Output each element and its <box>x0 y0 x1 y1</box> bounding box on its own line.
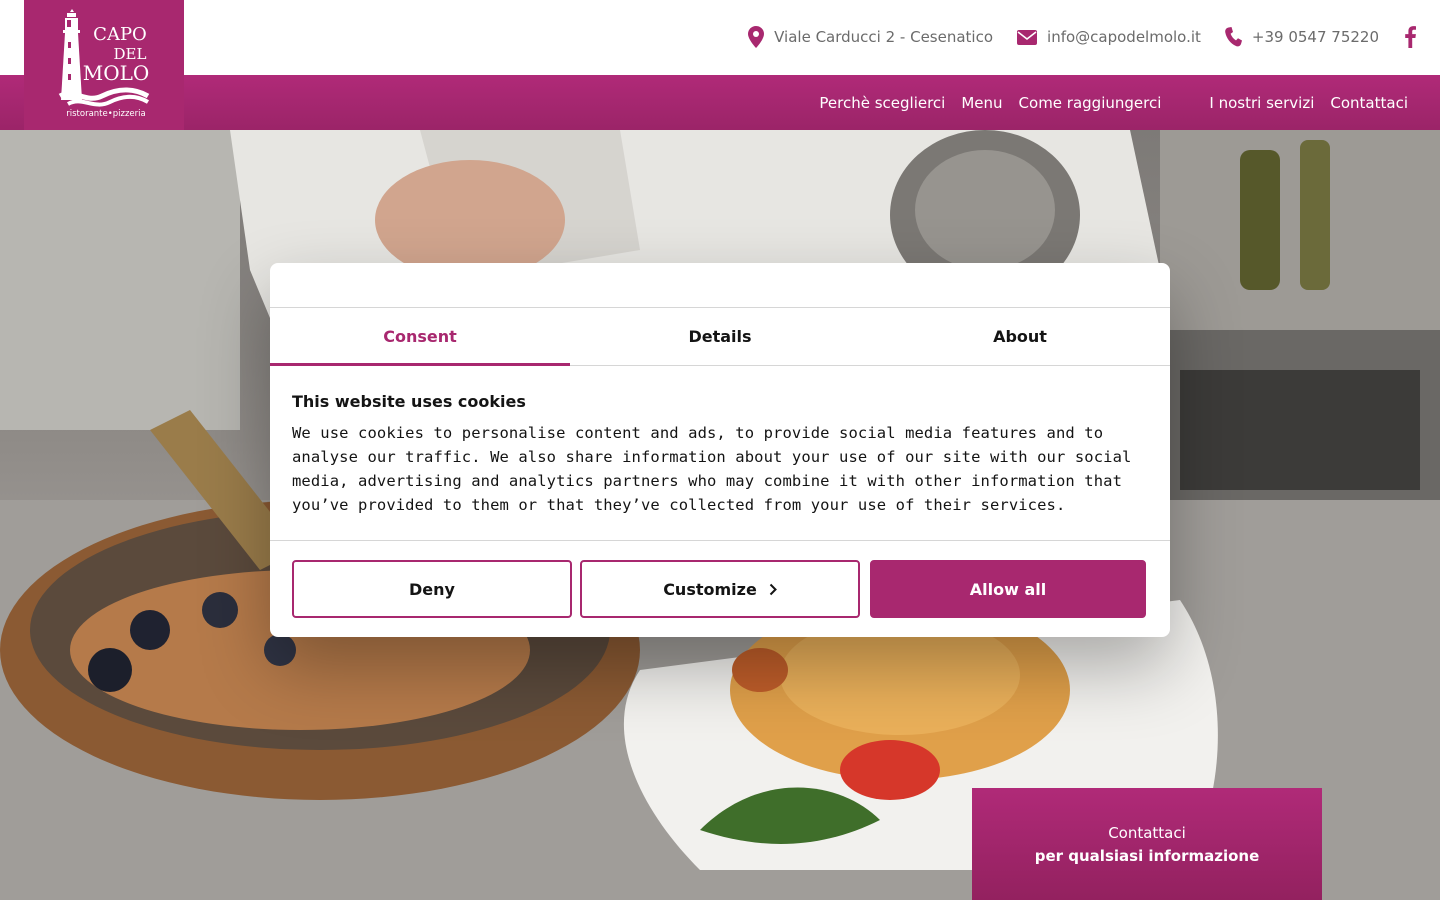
phone-text: +39 0547 75220 <box>1251 28 1379 46</box>
map-pin-icon <box>748 26 765 48</box>
top-contact-bar: Viale Carducci 2 - Cesenatico info@capod… <box>0 0 1440 75</box>
lighthouse-logo-icon: CAPO DEL MOLO ristorante•pizzeria <box>58 9 150 119</box>
contact-cta-title: Contattaci <box>1108 824 1186 842</box>
chevron-right-icon <box>769 583 777 595</box>
main-nav: Perchè sceglierci Menu Come raggiungerci… <box>803 75 1408 130</box>
allow-all-button[interactable]: Allow all <box>870 560 1146 618</box>
nav-item-perche-sceglierci[interactable]: Perchè sceglierci <box>819 94 945 112</box>
contact-info: Viale Carducci 2 - Cesenatico info@capod… <box>724 24 1416 50</box>
dialog-footer: Deny Customize Allow all <box>270 540 1170 637</box>
allow-all-button-label: Allow all <box>969 579 1047 599</box>
dialog-title: This website uses cookies <box>292 392 526 411</box>
svg-text:CAPO: CAPO <box>93 24 147 45</box>
main-navbar: Perchè sceglierci Menu Come raggiungerci… <box>0 75 1440 130</box>
deny-button-label: Deny <box>409 579 455 599</box>
nav-item-come-raggiungerci[interactable]: Come raggiungerci <box>1019 94 1162 112</box>
contact-cta-subtitle: per qualsiasi informazione <box>1034 847 1260 865</box>
facebook-icon[interactable] <box>1405 26 1416 48</box>
customize-button-label: Customize <box>663 579 757 599</box>
tab-about[interactable]: About <box>870 308 1170 365</box>
site-logo[interactable]: CAPO DEL MOLO ristorante•pizzeria <box>24 0 184 130</box>
email-link[interactable]: info@capodelmolo.it <box>1017 28 1201 46</box>
address-text: Viale Carducci 2 - Cesenatico <box>774 28 994 46</box>
cookie-consent-dialog: Consent Details About This website uses … <box>270 263 1170 637</box>
phone-icon <box>1225 27 1242 47</box>
phone-link[interactable]: +39 0547 75220 <box>1225 27 1379 47</box>
nav-item-contattaci[interactable]: Contattaci <box>1330 94 1408 112</box>
svg-text:MOLO: MOLO <box>83 61 150 85</box>
contact-cta-box[interactable]: Contattaci per qualsiasi informazione <box>972 788 1322 900</box>
address-link[interactable]: Viale Carducci 2 - Cesenatico <box>748 26 993 48</box>
tab-consent[interactable]: Consent <box>270 308 570 366</box>
dialog-body: This website uses cookies We use cookies… <box>270 366 1170 540</box>
email-text: info@capodelmolo.it <box>1047 28 1201 46</box>
customize-button[interactable]: Customize <box>580 560 860 618</box>
nav-item-menu[interactable]: Menu <box>961 94 1002 112</box>
envelope-icon <box>1017 29 1038 45</box>
dialog-header <box>270 263 1170 308</box>
dialog-tabs: Consent Details About <box>270 308 1170 366</box>
deny-button[interactable]: Deny <box>292 560 572 618</box>
svg-text:ristorante•pizzeria: ristorante•pizzeria <box>66 109 145 119</box>
tab-details[interactable]: Details <box>570 308 870 365</box>
dialog-text: We use cookies to personalise content an… <box>292 424 1132 514</box>
nav-item-servizi[interactable]: I nostri servizi <box>1209 94 1314 112</box>
